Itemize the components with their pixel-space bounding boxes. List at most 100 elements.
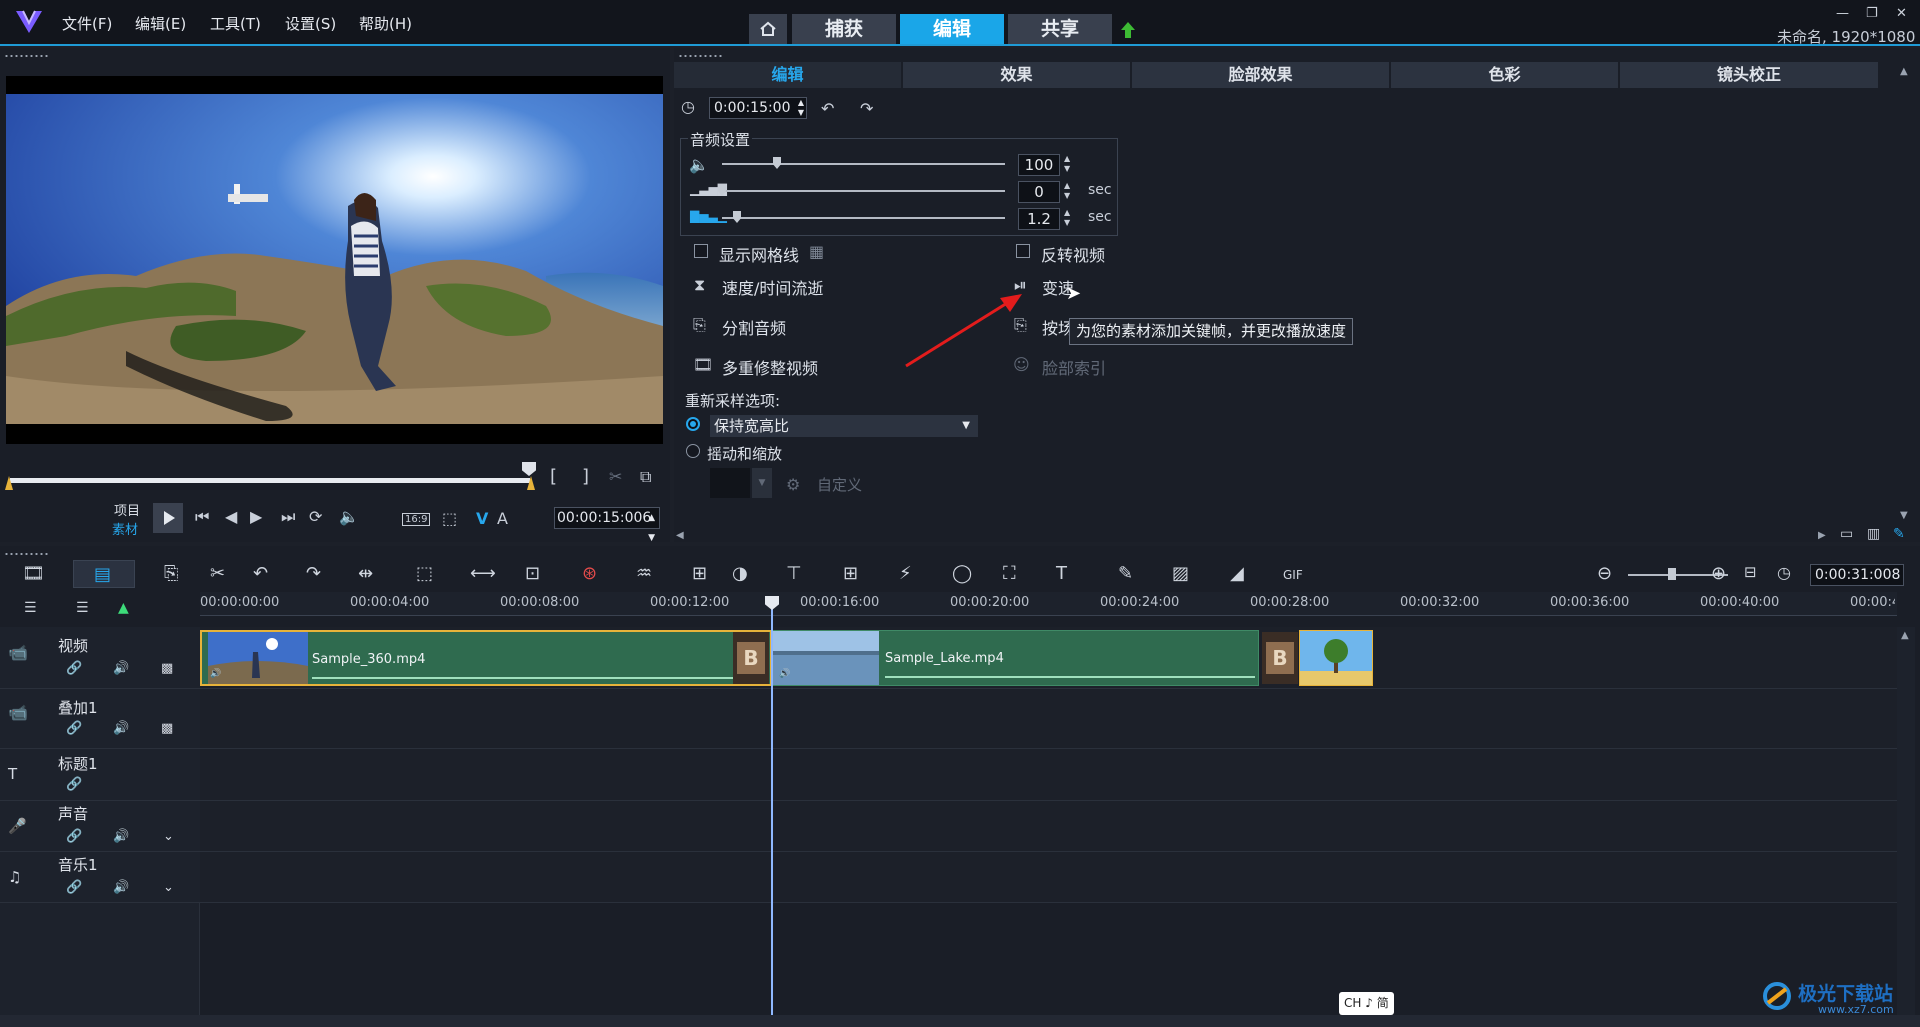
fade-in-field[interactable]: 0 (1018, 181, 1060, 203)
color-grading-icon[interactable]: ▨ (1172, 563, 1189, 584)
scroll-right-icon[interactable]: ▶ (1818, 530, 1826, 541)
scroll-up-icon[interactable]: ▲ (1900, 66, 1908, 77)
mark-out-icon[interactable]: ] (582, 466, 589, 487)
copy-icon[interactable]: ⎘ (164, 563, 178, 584)
subtitle-icon[interactable]: ⊞ (692, 563, 707, 584)
link-icon[interactable]: 🔗 (66, 829, 82, 844)
crop-icon[interactable]: ⬚ (442, 509, 457, 528)
reverse-video-label[interactable]: 反转视频 (1041, 242, 1105, 266)
chevron-down-icon[interactable]: ⌄ (163, 880, 174, 895)
speed-ramp-icon[interactable]: ◢ (1230, 563, 1244, 584)
pan-zoom-radio[interactable] (686, 444, 700, 458)
split-icon[interactable]: ⟷ (470, 563, 496, 584)
link-icon[interactable]: 🔗 (66, 721, 82, 736)
grid-settings-icon[interactable]: ▦ (809, 242, 824, 261)
customize-button[interactable]: 自定义 (817, 474, 862, 495)
track-volume-icon[interactable]: 🔊 (113, 721, 129, 736)
volume-spinner-icon[interactable]: ▲ ▼ (1064, 154, 1070, 174)
tab-edit[interactable]: 编辑 (900, 14, 1004, 44)
volume-icon[interactable]: 🔈 (339, 507, 359, 526)
pan-zoom-label[interactable]: 摇动和缩放 (707, 443, 782, 464)
transition[interactable]: B (1262, 632, 1298, 684)
speed-time-lapse-button[interactable]: 速度/时间流逝 (722, 275, 823, 299)
record-icon[interactable]: ⊛ (582, 563, 597, 584)
clip-mode-label[interactable]: 素材 (112, 519, 138, 538)
fade-in-spinner-icon[interactable]: ▲ ▼ (1064, 181, 1070, 201)
timeline-ruler[interactable] (200, 592, 1897, 616)
upgrade-arrow-icon[interactable] (1119, 20, 1137, 40)
bottom-scrollbar[interactable] (0, 1015, 1920, 1027)
title-track[interactable] (200, 749, 1897, 801)
link-icon[interactable]: 🔗 (66, 880, 82, 895)
mask-icon[interactable]: ◯ (952, 563, 972, 584)
track-header-video[interactable]: 📹 视频 🔗 🔊 ▩ (0, 627, 200, 689)
timeline-view-button[interactable]: ▤ (73, 560, 135, 588)
transition[interactable]: B (733, 632, 769, 684)
timeline-scrollbar[interactable] (1897, 627, 1915, 1015)
link-icon[interactable]: 🔗 (66, 777, 82, 792)
play-button[interactable] (153, 503, 183, 533)
tools-icon[interactable]: ✂ (210, 563, 225, 584)
fade-in-slider[interactable] (722, 190, 1005, 192)
enlarge-preview-icon[interactable]: ⧉ (640, 467, 651, 487)
audio-mode-icon[interactable]: A (497, 509, 508, 528)
timeline-playhead[interactable] (771, 597, 773, 1015)
zoom-in-icon[interactable]: ⊕ (1711, 563, 1726, 584)
project-mode-label[interactable]: 项目 (114, 500, 140, 519)
video-mode-icon[interactable]: V (476, 509, 488, 528)
close-icon[interactable]: ✕ (1896, 6, 1907, 21)
go-to-end-icon[interactable]: ⏭ (281, 507, 295, 527)
track-header-overlay[interactable]: 📹 叠加1 🔗 🔊 ▩ (0, 689, 200, 749)
layout-1-icon[interactable]: ▭ (1840, 526, 1853, 542)
rotate-left-icon[interactable]: ↶ (821, 99, 834, 118)
preset-dropdown-icon[interactable]: ▼ (752, 468, 772, 498)
track-grid-icon[interactable]: ▩ (161, 721, 173, 736)
scroll-down-icon[interactable]: ▼ (1900, 510, 1908, 521)
fade-out-field[interactable]: 1.2 (1018, 208, 1060, 230)
video-clip[interactable]: Sample_Lake.mp4 🔊 (772, 630, 1259, 686)
link-icon[interactable]: 🔗 (66, 661, 82, 676)
scrub-bar[interactable] (10, 478, 530, 483)
video-clip-selected[interactable]: Sample_360.mp4 🔊 (200, 630, 772, 686)
tab-share[interactable]: 共享 (1008, 14, 1112, 44)
track-header-music[interactable]: ♫ 音乐1 🔗 🔊 ⌄ (0, 852, 200, 903)
overlay-track[interactable] (200, 689, 1897, 749)
title-editor-icon[interactable]: ⊤ (786, 563, 802, 584)
resample-select[interactable]: 保持宽高比 ▼ (710, 415, 978, 437)
face-index-button[interactable]: 脸部索引 (1042, 355, 1106, 379)
undo-icon[interactable]: ↶ (253, 563, 268, 584)
storyboard-view-icon[interactable]: 🎞 (22, 563, 45, 584)
blend-icon[interactable]: ◑ (732, 563, 748, 584)
tab-color[interactable]: 色彩 (1391, 62, 1618, 88)
track-header-voice[interactable]: 🎤 声音 🔗 🔊 ⌄ (0, 801, 200, 852)
voice-track[interactable] (200, 801, 1897, 852)
motion-icon[interactable]: ⚡ (899, 563, 912, 584)
layout-3-icon[interactable]: ✎ (1893, 526, 1905, 542)
menu-file[interactable]: 文件(F) (62, 13, 112, 34)
panel-grip[interactable] (4, 552, 50, 556)
track-header-title[interactable]: T 标题1 🔗 (0, 749, 200, 801)
split-audio-button[interactable]: 分割音频 (722, 315, 786, 339)
restore-icon[interactable]: ❐ (1866, 6, 1878, 21)
pan-zoom-preset-box[interactable] (710, 468, 750, 498)
audio-wave-icon[interactable]: ♒ (636, 563, 652, 584)
zoom-out-icon[interactable]: ⊖ (1597, 563, 1612, 584)
tab-effects[interactable]: 效果 (903, 62, 1130, 88)
image-clip[interactable] (1299, 630, 1373, 686)
layout-2-icon[interactable]: ▥ (1867, 526, 1880, 542)
menu-tools[interactable]: 工具(T) (210, 13, 261, 34)
show-grid-label[interactable]: 显示网格线 (719, 242, 799, 266)
scroll-up-icon[interactable]: ▲ (1901, 630, 1909, 641)
redo-icon[interactable]: ↷ (306, 563, 321, 584)
volume-field[interactable]: 100 (1018, 154, 1060, 176)
add-track-icon[interactable]: ▲ (118, 600, 129, 616)
previous-frame-icon[interactable]: ◀ (225, 507, 237, 526)
screen-capture-icon[interactable]: ⛶ (1003, 563, 1016, 584)
mark-in-icon[interactable]: [ (550, 466, 557, 487)
fit-frame-icon[interactable]: ⬚ (416, 563, 433, 584)
menu-edit[interactable]: 编辑(E) (135, 13, 186, 34)
tab-edit-options[interactable]: 编辑 (674, 62, 901, 88)
chapter-icon[interactable]: ☰ (76, 600, 89, 616)
repeat-icon[interactable]: ⟳ (309, 507, 322, 526)
show-grid-checkbox[interactable] (694, 244, 708, 258)
